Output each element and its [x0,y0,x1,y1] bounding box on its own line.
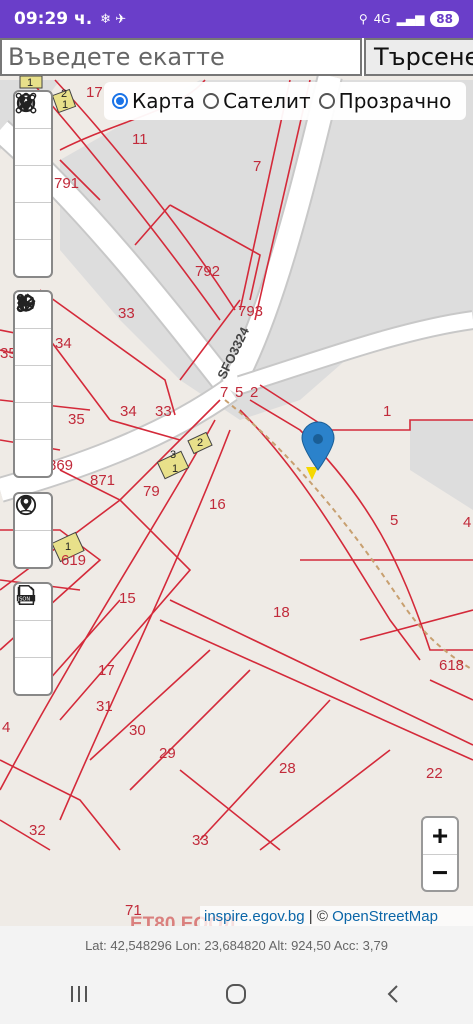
undo-tool-button[interactable] [15,294,51,476]
layer-option-satellite[interactable]: Сателит [203,89,311,113]
parcel-label: 792 [195,263,220,280]
map-view[interactable]: 1 2 1 3 2 1 1 SFO3324 11 7 791 792 793 3… [0,76,473,926]
zoom-out-button[interactable]: − [423,855,457,891]
parcel-label: 793 [238,303,263,320]
parcel-label: 16 [209,496,226,513]
circle-icon [16,93,36,113]
location-marker-icon[interactable] [301,421,335,480]
split-tool-button[interactable] [15,293,51,403]
parcel-label: 15 [119,590,136,607]
status-bar: 09:29 ч. ❄ ✈ ⚲ 4G ▂▄▆ 88 [0,0,473,38]
parcel-label: 18 [273,604,290,621]
parcel-label: 7 [253,158,261,175]
parcel-label: 34 [120,403,137,420]
eraser-tool-button[interactable] [15,293,51,440]
parcel-label: 1 [383,403,391,420]
gps-coordinates: Lat: 42,548296 Lon: 23,684820 Alt: 924,5… [0,926,473,964]
map-attribution: inspire.egov.bg | © OpenStreetMap [200,906,473,926]
building-label: 1 [27,77,33,89]
zoom-in-button[interactable]: + [423,818,457,855]
parcel-label: 31 [96,698,113,715]
edit-tools [13,290,53,478]
recent-apps-button[interactable] [49,974,109,1014]
layer-radio-map[interactable] [112,93,128,109]
parcel-label: 32 [29,822,46,839]
cadastral-map[interactable]: 1 2 1 3 2 1 1 SFO3324 11 7 791 792 793 3… [0,76,473,926]
parcel-label: 2 [250,384,258,401]
parcel-label: 79 [143,483,160,500]
parcel-label: 618 [439,657,464,674]
parcel-label: 35 [68,411,85,428]
attribution-osm-link[interactable]: OpenStreetMap [332,908,438,925]
parcel-label: 17 [86,84,103,101]
parcel-label: 28 [279,760,296,777]
attribution-source-link[interactable]: inspire.egov.bg [204,908,305,925]
layer-radio-satellite[interactable] [203,93,220,109]
draw-tools [13,90,53,278]
location-status-icon: ⚲ [358,12,368,26]
status-notification-icons: ❄ ✈ [100,11,127,27]
battery-indicator: 88 [430,11,459,27]
parcel-label: 4 [2,719,10,736]
polyline-tool-button[interactable] [15,93,51,166]
shp-export-button[interactable]: SHP [15,585,51,658]
building-label: 3 [170,449,176,461]
parcel-label: 791 [54,175,79,192]
building-label: 1 [172,463,178,475]
map-area-gray-right [410,420,473,510]
parcel-label: 22 [426,765,443,782]
network-type: 4G [373,12,391,26]
parcel-label: 30 [129,722,146,739]
move-tool-button[interactable] [15,293,51,366]
recents-icon [70,986,87,1002]
circle-tool-button[interactable] [15,93,51,276]
parcel-label: 871 [90,472,115,489]
parcel-label: 5 [390,512,398,529]
attribution-separator: | © [304,907,333,925]
export-tools: SHP JSON [13,582,53,696]
building-label: 2 [197,437,203,449]
undo-icon [17,294,35,312]
locate-tool-button[interactable] [15,495,51,567]
parcel-label: 17 [98,662,115,679]
search-row: Търсене [0,38,473,76]
home-icon [226,984,247,1004]
back-button[interactable] [364,974,424,1014]
android-nav-bar [0,964,473,1024]
layer-switcher: Карта Сателит Прозрачно [104,82,466,120]
parcel-label: 11 [132,131,148,148]
locate-icon [19,495,33,515]
layer-radio-transparent[interactable] [318,93,335,109]
signal-icon: ▂▄▆ [396,12,425,26]
home-button[interactable] [206,974,266,1014]
building-label: 1 [62,99,68,111]
parcel-label: 29 [159,745,176,762]
parcel-label: 33 [155,403,172,420]
parcel-label: 34 [55,335,72,352]
svg-text:JSON: JSON [17,597,31,603]
parcel-label: 619 [61,552,86,569]
info-tools [13,492,53,569]
json-export-button[interactable]: JSON [15,585,51,694]
search-button[interactable]: Търсене [364,38,473,76]
layer-option-transparent[interactable]: Прозрачно [318,89,451,113]
rectangle-tool-button[interactable] [15,92,51,203]
zoom-control: + − [421,816,459,892]
layer-option-map[interactable]: Карта [112,89,195,113]
parcel-label: 7 [220,384,228,401]
back-icon [387,985,398,1003]
parcel-label: 33 [192,832,209,849]
ekatte-search-input[interactable] [0,38,362,76]
parcel-label: 5 [235,384,243,401]
parcel-label: 4 [463,514,471,531]
parcel-label: 33 [118,305,135,322]
json-export-icon: JSON [17,585,36,605]
status-time: 09:29 ч. [14,9,93,29]
polygon-tool-button[interactable] [15,92,51,240]
